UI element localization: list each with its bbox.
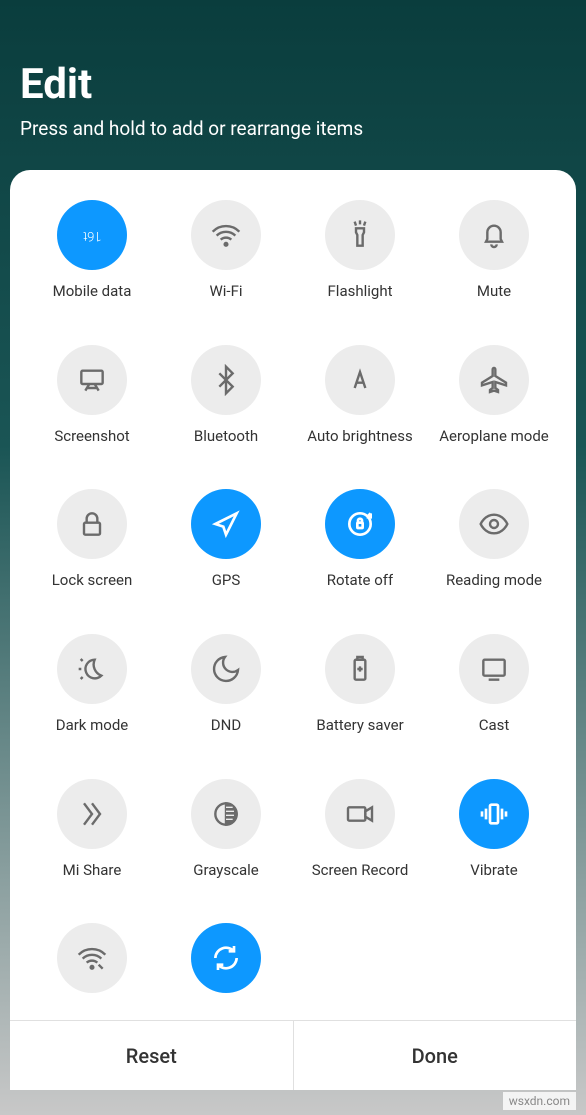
- tile-label: Bluetooth: [194, 427, 258, 445]
- mi-share-icon: [57, 779, 127, 849]
- tile-aeroplane-mode[interactable]: Aeroplane mode: [427, 345, 561, 460]
- vibrate-icon: [459, 779, 529, 849]
- tile-label: Grayscale: [193, 861, 259, 879]
- tile-sync[interactable]: [159, 923, 293, 1020]
- tile-mi-share[interactable]: Mi Share: [25, 779, 159, 894]
- tile-bluetooth[interactable]: Bluetooth: [159, 345, 293, 460]
- brightness-auto-icon: [325, 345, 395, 415]
- tile-label: Mobile data: [53, 282, 132, 300]
- tile-label: Reading mode: [446, 571, 542, 589]
- tile-label: Mute: [477, 282, 511, 300]
- cast-icon: [459, 634, 529, 704]
- tile-wifi[interactable]: Wi-Fi: [159, 200, 293, 315]
- tile-label: Vibrate: [470, 861, 517, 879]
- bluetooth-icon: [191, 345, 261, 415]
- screenshot-icon: [57, 345, 127, 415]
- page-subtitle: Press and hold to add or rearrange items: [20, 117, 566, 140]
- tile-label: Flashlight: [328, 282, 393, 300]
- tile-screen-record[interactable]: Screen Record: [293, 779, 427, 894]
- rotate-lock-icon: [325, 489, 395, 559]
- flashlight-icon: [325, 200, 395, 270]
- screen-record-icon: [325, 779, 395, 849]
- tile-vibrate[interactable]: Vibrate: [427, 779, 561, 894]
- tile-flashlight[interactable]: Flashlight: [293, 200, 427, 315]
- grayscale-icon: [191, 779, 261, 849]
- tile-mute[interactable]: Mute: [427, 200, 561, 315]
- airplane-icon: [459, 345, 529, 415]
- watermark: wsxdn.com: [503, 1092, 576, 1110]
- edit-header: Edit Press and hold to add or rearrange …: [0, 0, 586, 160]
- tile-label: GPS: [212, 571, 241, 589]
- tile-label: Lock screen: [52, 571, 133, 589]
- tile-label: Aeroplane mode: [439, 427, 549, 445]
- tile-wifi-edit[interactable]: [25, 923, 159, 1020]
- tile-label: Screenshot: [54, 427, 129, 445]
- dark-mode-icon: [57, 634, 127, 704]
- tile-label: Mi Share: [63, 861, 122, 879]
- tile-label: Screen Record: [312, 861, 409, 879]
- tiles-grid: 16t Mobile data Wi-Fi Flashlight Mute: [25, 200, 561, 1020]
- tile-grayscale[interactable]: Grayscale: [159, 779, 293, 894]
- tile-dnd[interactable]: DND: [159, 634, 293, 749]
- tile-battery-saver[interactable]: Battery saver: [293, 634, 427, 749]
- eye-icon: [459, 489, 529, 559]
- tile-reading-mode[interactable]: Reading mode: [427, 489, 561, 604]
- tile-label: Rotate off: [327, 571, 393, 589]
- tile-label: Battery saver: [316, 716, 403, 734]
- bell-icon: [459, 200, 529, 270]
- lock-icon: [57, 489, 127, 559]
- sync-icon: [191, 923, 261, 993]
- tile-auto-brightness[interactable]: Auto brightness: [293, 345, 427, 460]
- moon-icon: [191, 634, 261, 704]
- tiles-panel: 16t Mobile data Wi-Fi Flashlight Mute: [10, 170, 576, 1090]
- tile-label: Wi-Fi: [209, 282, 242, 300]
- page-title: Edit: [20, 60, 566, 109]
- footer-actions: Reset Done: [10, 1020, 576, 1090]
- tile-label: Cast: [479, 716, 510, 734]
- tile-label: DND: [211, 716, 241, 734]
- tile-mobile-data[interactable]: 16t Mobile data: [25, 200, 159, 315]
- tile-label: Dark mode: [56, 716, 129, 734]
- wifi-icon: [191, 200, 261, 270]
- reset-button[interactable]: Reset: [10, 1021, 294, 1090]
- tile-screenshot[interactable]: Screenshot: [25, 345, 159, 460]
- tile-cast[interactable]: Cast: [427, 634, 561, 749]
- done-button[interactable]: Done: [294, 1021, 577, 1090]
- wifi-edit-icon: [57, 923, 127, 993]
- tile-rotate-off[interactable]: Rotate off: [293, 489, 427, 604]
- tile-dark-mode[interactable]: Dark mode: [25, 634, 159, 749]
- tile-gps[interactable]: GPS: [159, 489, 293, 604]
- tile-label: Auto brightness: [307, 427, 412, 445]
- mobile-data-icon: 16t: [57, 200, 127, 270]
- tile-lock-screen[interactable]: Lock screen: [25, 489, 159, 604]
- battery-icon: [325, 634, 395, 704]
- location-icon: [191, 489, 261, 559]
